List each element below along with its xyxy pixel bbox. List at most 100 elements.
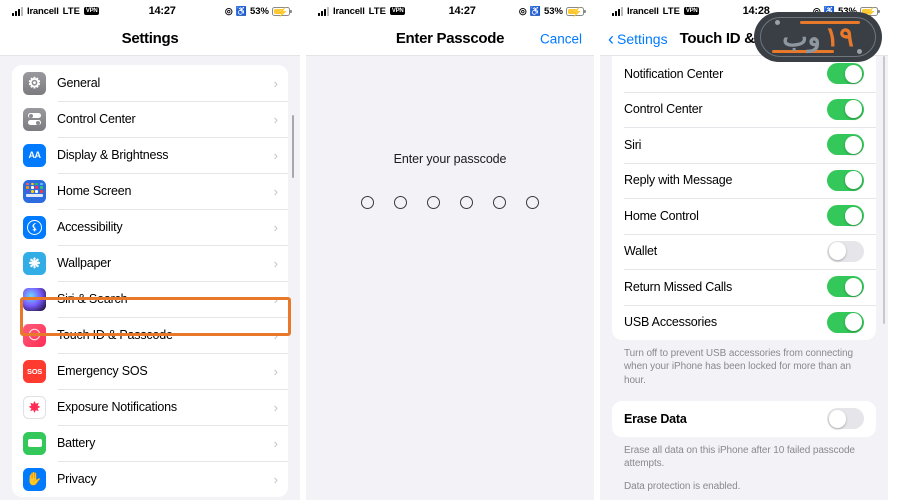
chevron-right-icon: › [273,291,278,307]
passcode-dot [394,196,407,209]
vpn-badge: VPN [683,7,700,15]
chevron-left-icon: ‹ [608,28,614,49]
display-brightness-icon: AA [23,143,46,167]
passcode-entry-area: Enter your passcode [306,56,594,500]
cancel-button[interactable]: Cancel [540,31,582,46]
headphones-icon: ♿ [529,5,541,16]
cellular-signal-icon [12,6,23,16]
row-label: Return Missed Calls [624,279,733,294]
battery-charging-icon: ⚡ [272,6,292,17]
network-type-label: LTE [662,5,680,17]
settings-list-card: ⚙ General › Control Center › AA Display … [12,65,288,497]
passcode-dot [427,196,440,209]
sidebar-item-general[interactable]: ⚙ General › [12,65,288,101]
back-button[interactable]: ‹ Settings [608,30,668,48]
allow-access-when-locked-card: Notification Center Control Center Siri … [612,56,876,340]
row-label: Reply with Message [624,173,733,188]
phone-screen-settings-list: Irancell LTE VPN 14:27 ◎ ♿ 53% ⚡ Setting… [0,0,300,500]
row-label: Battery [57,436,96,450]
sidebar-item-touch-id-passcode[interactable]: ☉ Touch ID & Passcode › [12,317,288,353]
toggle-erase-data[interactable] [827,408,864,430]
touch-id-scroll-area[interactable]: Notification Center Control Center Siri … [600,56,888,500]
toggle-row-return-missed-calls[interactable]: Return Missed Calls [612,269,876,305]
sidebar-item-battery[interactable]: Battery › [12,425,288,461]
row-label: Control Center [624,102,703,117]
status-bar-clock: 14:27 [148,5,176,17]
passcode-dot [460,196,473,209]
data-protection-footnote: Data protection is enabled. [624,481,741,493]
nav-bar-panel2: Enter Passcode Cancel [306,22,594,56]
chevron-right-icon: › [273,255,278,271]
row-label: Display & Brightness [57,148,169,162]
siri-icon [23,287,46,311]
toggle-notification-center[interactable] [827,63,864,85]
sidebar-item-display-brightness[interactable]: AA Display & Brightness › [12,137,288,173]
row-label: Accessibility [57,220,123,234]
passcode-dot [526,196,539,209]
chevron-right-icon: › [273,363,278,379]
cellular-signal-icon [318,6,329,16]
toggle-wallet[interactable] [827,240,864,262]
sidebar-item-privacy[interactable]: ✋ Privacy › [12,461,288,497]
sidebar-item-siri-search[interactable]: Siri & Search › [12,281,288,317]
row-label: Wallet [624,244,658,259]
passcode-dot [361,196,374,209]
watermark-text: وب ۱۹ [754,12,882,62]
toggle-row-wallet[interactable]: Wallet [612,233,876,270]
chevron-right-icon: › [273,75,278,91]
passcode-dot [493,196,506,209]
chevron-right-icon: › [273,327,278,343]
network-type-label: LTE [368,5,386,17]
row-label: Control Center [57,112,136,126]
status-bar-clock: 14:27 [448,5,476,17]
sidebar-item-accessibility[interactable]: ⚸ Accessibility › [12,209,288,245]
toggle-return-missed-calls[interactable] [827,276,864,298]
sidebar-item-control-center[interactable]: Control Center › [12,101,288,137]
usb-accessories-footnote: Turn off to prevent USB accessories from… [624,348,853,386]
battery-charging-icon: ⚡ [566,6,586,17]
chevron-right-icon: › [273,219,278,235]
toggle-row-reply-with-message[interactable]: Reply with Message [612,162,876,199]
page-title: Enter Passcode [395,30,505,47]
sidebar-item-home-screen[interactable]: Home Screen › [12,173,288,209]
passcode-prompt: Enter your passcode [393,152,507,166]
toggle-row-siri[interactable]: Siri [612,127,876,163]
touch-id-scrollbar[interactable] [882,56,885,324]
location-arrow-icon: ◎ [518,5,527,16]
phone-screen-enter-passcode: Irancell LTE VPN 14:27 ◎ ♿ 53% ⚡ Enter P… [306,0,594,500]
toggle-row-home-control[interactable]: Home Control [612,198,876,234]
settings-scrollbar[interactable] [291,115,294,178]
passcode-dots[interactable] [361,196,539,209]
chevron-right-icon: › [273,111,278,127]
sidebar-item-wallpaper[interactable]: ❋ Wallpaper › [12,245,288,281]
accessibility-icon: ⚸ [23,215,46,239]
carrier-label: Irancell [27,5,59,17]
toggle-control-center[interactable] [827,98,864,120]
watermark-text-gray: وب [782,21,821,52]
home-screen-icon [23,179,46,203]
row-label: Siri & Search [57,292,128,306]
carrier-label: Irancell [627,5,659,17]
row-label: Exposure Notifications [57,400,177,414]
cellular-signal-icon [612,6,623,16]
privacy-hand-icon: ✋ [23,467,46,491]
toggle-reply-with-message[interactable] [827,169,864,191]
toggle-row-erase-data[interactable]: Erase Data [612,401,876,437]
control-center-icon [23,107,46,131]
toggle-home-control[interactable] [827,205,864,227]
watermark-logo: وب ۱۹ [754,12,882,62]
row-label: Erase Data [624,411,687,426]
toggle-siri[interactable] [827,134,864,156]
row-label: General [57,76,101,90]
battery-icon [23,431,46,455]
settings-scroll-area[interactable]: ⚙ General › Control Center › AA Display … [0,56,300,500]
chevron-right-icon: › [273,147,278,163]
toggle-row-usb-accessories[interactable]: USB Accessories [612,304,876,341]
sidebar-item-exposure-notifications[interactable]: ✸ Exposure Notifications › [12,389,288,425]
toggle-usb-accessories[interactable] [827,311,864,333]
row-label: Siri [624,137,642,152]
toggle-row-control-center[interactable]: Control Center [612,91,876,128]
three-phone-screenshots: Irancell LTE VPN 14:27 ◎ ♿ 53% ⚡ Setting… [0,0,900,500]
status-bar-right: ◎ ♿ 53% ⚡ [225,6,292,17]
sidebar-item-emergency-sos[interactable]: SOS Emergency SOS › [12,353,288,389]
